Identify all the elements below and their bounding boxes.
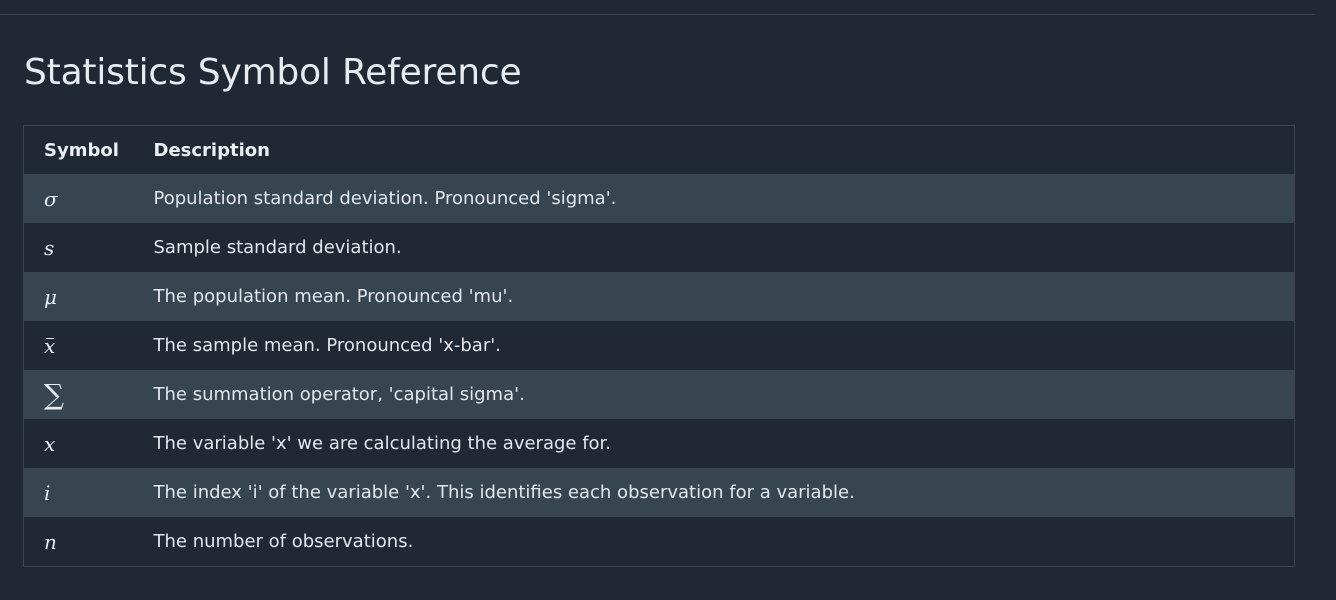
description-cell: The variable 'x' we are calculating the … [133, 419, 1295, 468]
symbol-cell: n [23, 517, 134, 567]
table-row: σ Population standard deviation. Pronoun… [23, 174, 1295, 223]
table-row: s Sample standard deviation. [23, 223, 1295, 272]
page-title: Statistics Symbol Reference [24, 52, 522, 93]
table-row: n The number of observations. [23, 517, 1295, 567]
description-cell: Population standard deviation. Pronounce… [133, 174, 1295, 223]
s-symbol: s [44, 235, 55, 260]
symbol-cell: x [23, 321, 134, 370]
i-symbol: i [44, 480, 51, 505]
description-cell: Sample standard deviation. [133, 223, 1295, 272]
x-bar-symbol: x [44, 333, 56, 358]
table-row: ∑ The summation operator, 'capital sigma… [23, 370, 1295, 419]
symbol-cell: s [23, 223, 134, 272]
symbol-cell: x [23, 419, 134, 468]
symbol-table: Symbol Description σ Population standard… [23, 125, 1295, 567]
n-symbol: n [44, 529, 57, 554]
description-cell: The population mean. Pronounced 'mu'. [133, 272, 1295, 321]
table-row: x The sample mean. Pronounced 'x-bar'. [23, 321, 1295, 370]
symbol-cell: σ [23, 174, 134, 223]
table-row: x The variable 'x' we are calculating th… [23, 419, 1295, 468]
summation-symbol: ∑ [44, 377, 64, 411]
x-symbol: x [44, 431, 56, 456]
table-header-row: Symbol Description [23, 125, 1295, 174]
description-cell: The summation operator, 'capital sigma'. [133, 370, 1295, 419]
sigma-symbol: σ [44, 186, 58, 211]
header-description: Description [133, 125, 1295, 174]
description-cell: The sample mean. Pronounced 'x-bar'. [133, 321, 1295, 370]
symbol-cell: μ [23, 272, 134, 321]
mu-symbol: μ [44, 284, 57, 309]
table-row: μ The population mean. Pronounced 'mu'. [23, 272, 1295, 321]
table-row: i The index 'i' of the variable 'x'. Thi… [23, 468, 1295, 517]
header-symbol: Symbol [23, 125, 134, 174]
top-divider [0, 14, 1315, 15]
description-cell: The index 'i' of the variable 'x'. This … [133, 468, 1295, 517]
description-cell: The number of observations. [133, 517, 1295, 567]
symbol-cell: ∑ [23, 370, 134, 419]
symbol-cell: i [23, 468, 134, 517]
